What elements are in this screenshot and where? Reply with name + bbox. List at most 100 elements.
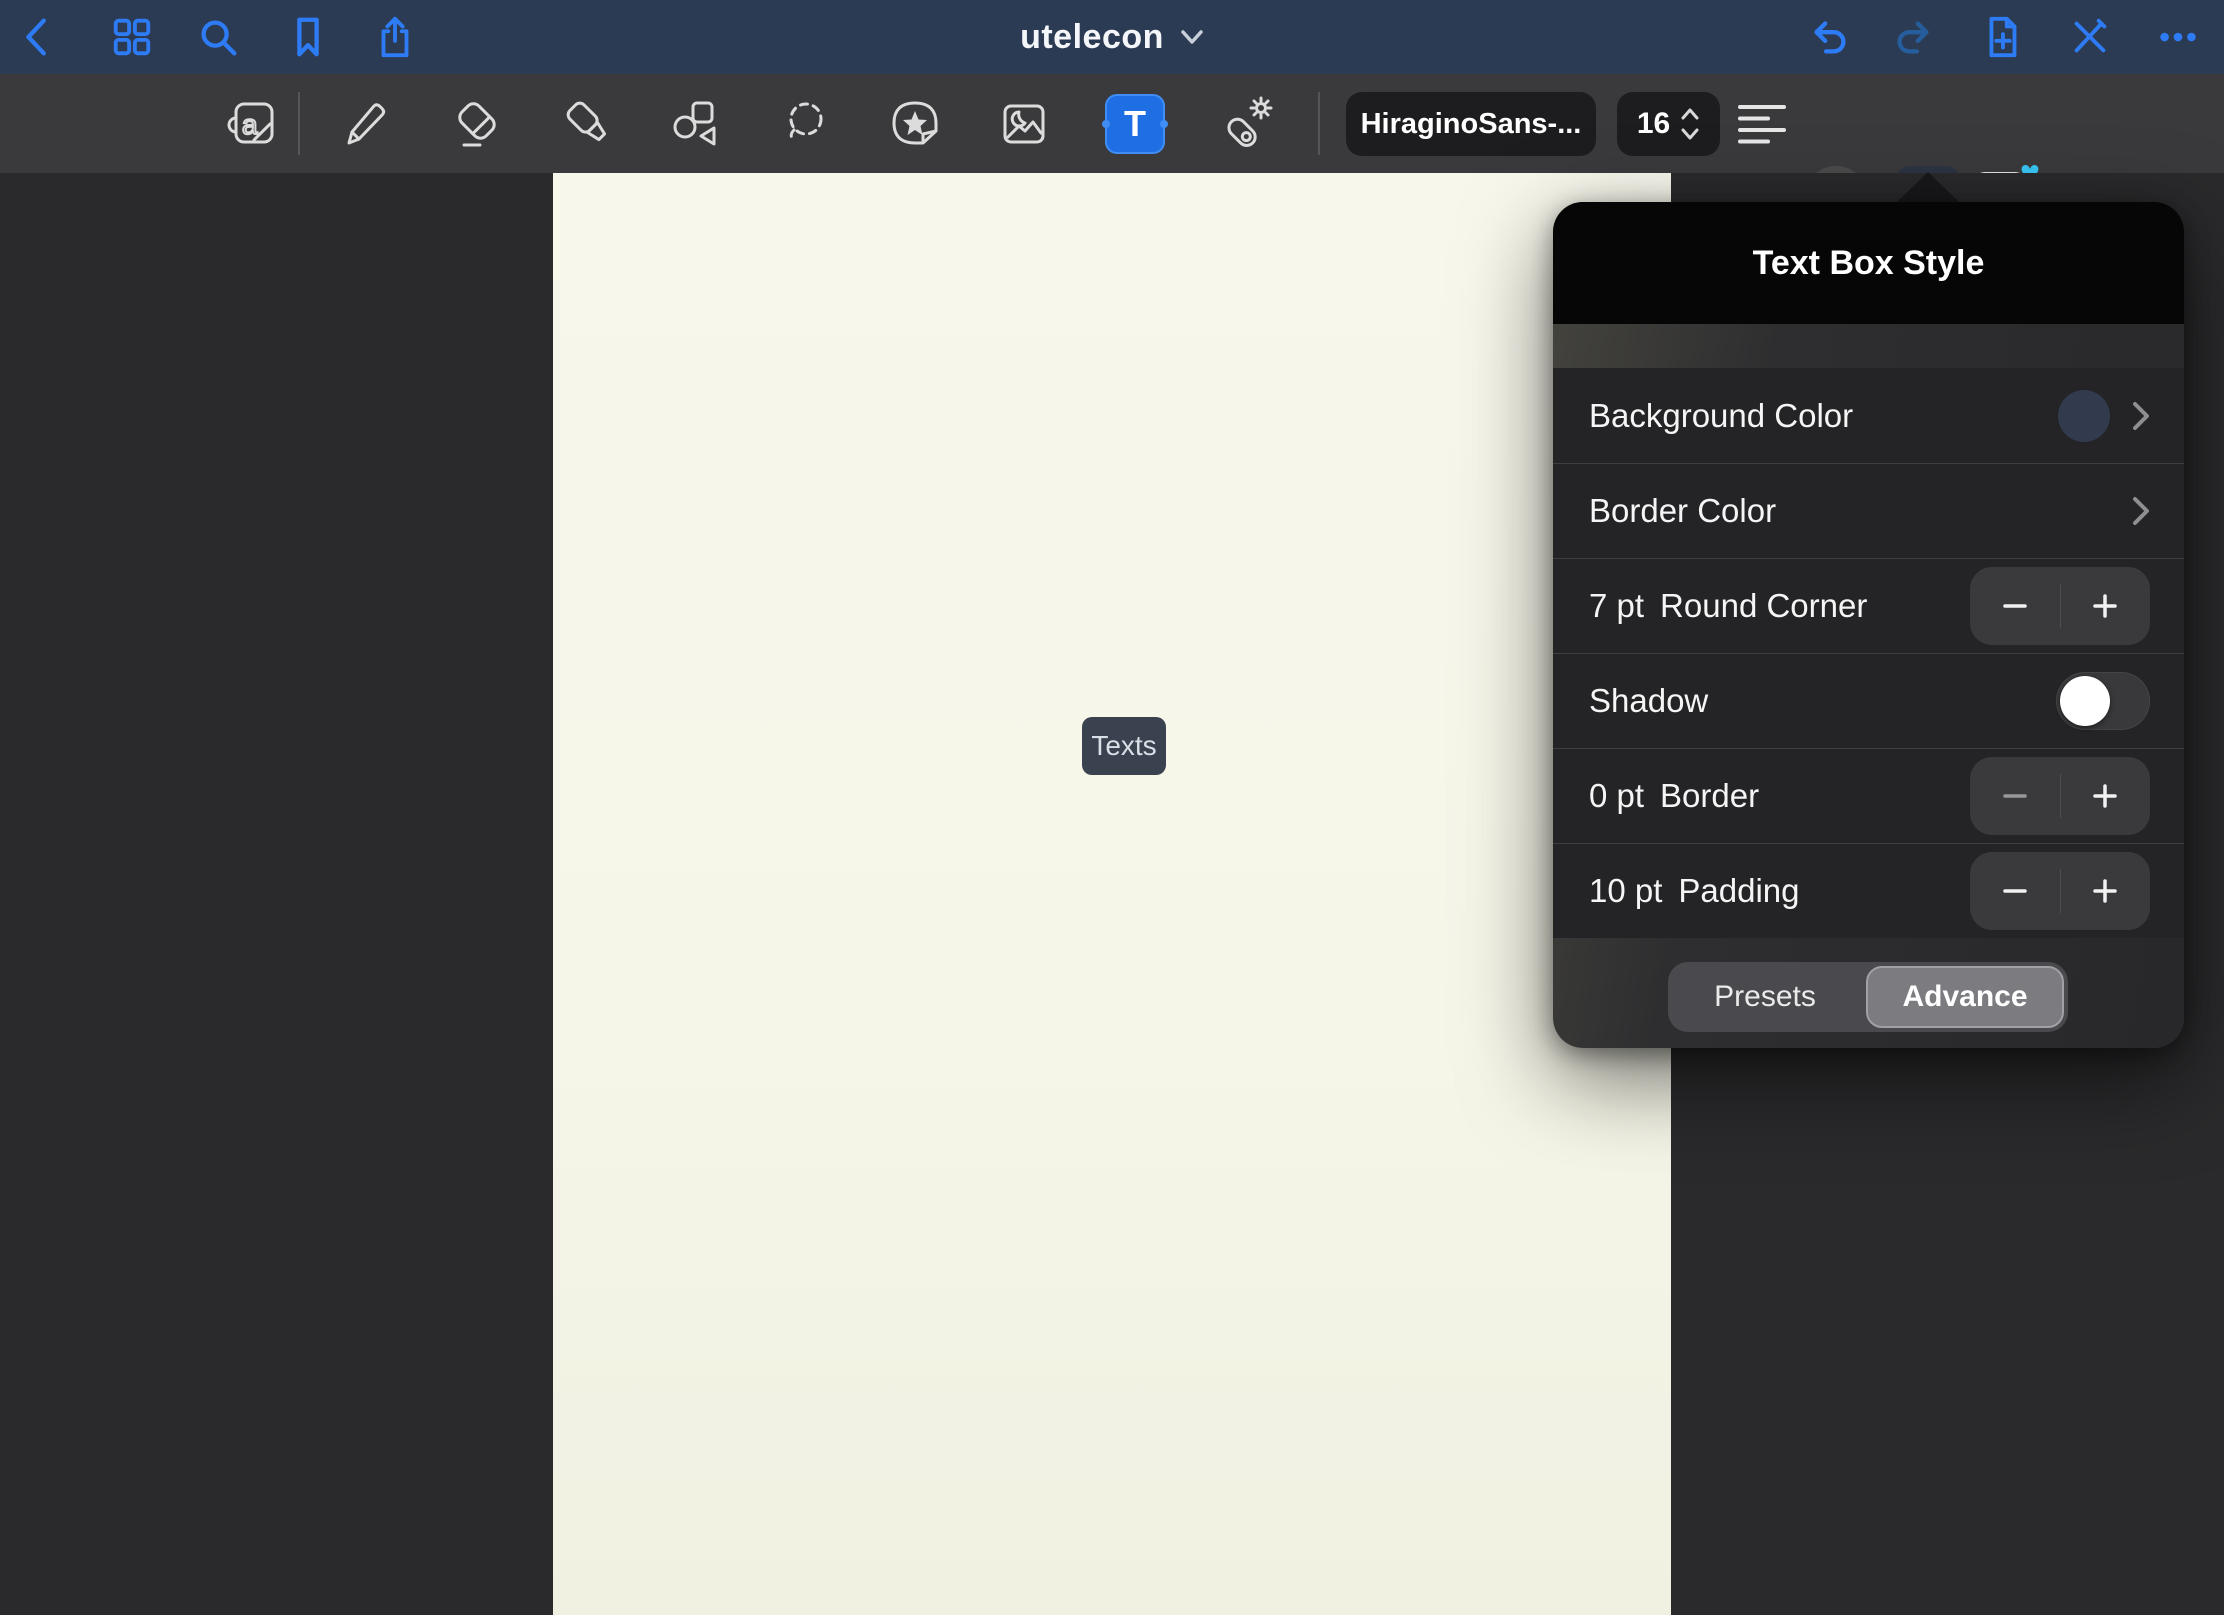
thumbnails-button[interactable] xyxy=(100,0,164,74)
border-width-value: 0 pt xyxy=(1589,777,1644,815)
more-button[interactable] xyxy=(2146,0,2210,74)
text-box-style-popover: Text Box Style Background Color Border C… xyxy=(1553,202,2184,1048)
bookmark-icon xyxy=(285,14,331,60)
app-root: { "nav": { "title": "utelecon", "left_ic… xyxy=(0,0,2224,1615)
row-shadow: Shadow xyxy=(1553,653,2184,748)
redo-icon xyxy=(1890,14,1938,60)
row-label: Round Corner xyxy=(1660,587,1867,625)
border-width-stepper xyxy=(1970,757,2150,835)
shapes-tool[interactable] xyxy=(659,74,731,173)
tools-toolbar: a xyxy=(0,74,2224,173)
pen-tool[interactable] xyxy=(330,74,402,173)
pen-disable-button[interactable] xyxy=(2058,0,2122,74)
border-width-decrement-button[interactable] xyxy=(1970,757,2060,835)
scribble-to-text-icon: a xyxy=(224,98,280,150)
row-label: Shadow xyxy=(1589,682,1708,720)
row-label: Border xyxy=(1660,777,1759,815)
toolbar-divider-right xyxy=(1318,92,1320,155)
search-icon xyxy=(195,14,241,60)
presets-segment[interactable]: Presets xyxy=(1668,962,1862,1032)
svg-text:a: a xyxy=(242,109,258,140)
more-icon xyxy=(2155,14,2201,60)
round-corner-stepper xyxy=(1970,567,2150,645)
back-button[interactable] xyxy=(6,0,70,74)
add-page-icon xyxy=(1979,13,2025,61)
mode-segmented-control: Presets Advance xyxy=(1668,962,2068,1032)
padding-stepper xyxy=(1970,852,2150,930)
canvas-text-box[interactable]: Texts xyxy=(1082,717,1166,775)
popover-rows: Background Color Border Color 7 pt Round… xyxy=(1553,368,2184,938)
undo-icon xyxy=(1805,14,1853,60)
undo-button[interactable] xyxy=(1797,0,1861,74)
share-icon xyxy=(372,14,418,60)
row-border-width: 0 pt Border xyxy=(1553,748,2184,843)
popover-arrow xyxy=(1896,172,1960,203)
plus-icon xyxy=(2092,783,2118,809)
page-title[interactable]: utelecon xyxy=(1020,18,1164,57)
title-chevron-down-icon xyxy=(1180,29,1204,45)
plus-icon xyxy=(2092,593,2118,619)
shapes-icon xyxy=(668,97,722,151)
minus-icon xyxy=(2002,593,2028,619)
round-corner-value: 7 pt xyxy=(1589,587,1644,625)
redo-button[interactable] xyxy=(1882,0,1946,74)
laser-pointer-tool[interactable] xyxy=(1209,74,1281,173)
row-label: Padding xyxy=(1678,872,1799,910)
eraser-tool[interactable] xyxy=(441,74,513,173)
lasso-icon xyxy=(779,97,833,151)
bookmark-button[interactable] xyxy=(276,0,340,74)
search-button[interactable] xyxy=(186,0,250,74)
border-width-increment-button[interactable] xyxy=(2061,757,2151,835)
scribble-to-text-tool[interactable]: a xyxy=(216,74,288,173)
row-background-color[interactable]: Background Color xyxy=(1553,368,2184,463)
share-button[interactable] xyxy=(363,0,427,74)
padding-value: 10 pt xyxy=(1589,872,1662,910)
image-tool[interactable] xyxy=(988,74,1060,173)
row-round-corner: 7 pt Round Corner xyxy=(1553,558,2184,653)
chevron-up-down-icon xyxy=(1680,106,1700,142)
popover-header: Text Box Style xyxy=(1553,202,2184,324)
text-align-button[interactable] xyxy=(1726,74,1798,173)
eraser-icon xyxy=(450,97,504,151)
pen-icon xyxy=(340,98,392,150)
popover-title: Text Box Style xyxy=(1753,244,1985,283)
advance-segment-selected[interactable]: Advance xyxy=(1866,966,2064,1028)
chevron-right-icon xyxy=(2132,496,2150,526)
shadow-toggle-off[interactable] xyxy=(2056,672,2150,730)
back-icon xyxy=(15,14,61,60)
selection-handle-left xyxy=(1102,120,1110,128)
thumbnails-grid-icon xyxy=(109,14,155,60)
round-corner-increment-button[interactable] xyxy=(2061,567,2151,645)
minus-icon xyxy=(2002,878,2028,904)
toolbar-divider xyxy=(298,92,300,155)
selection-handle-right xyxy=(1160,120,1168,128)
round-corner-decrement-button[interactable] xyxy=(1970,567,2060,645)
padding-decrement-button[interactable] xyxy=(1970,852,2060,930)
row-label: Border Color xyxy=(1589,492,1776,530)
background-color-swatch xyxy=(2058,390,2110,442)
add-page-button[interactable] xyxy=(1970,0,2034,74)
text-tool-active[interactable]: T xyxy=(1105,94,1165,154)
minus-icon xyxy=(2002,783,2028,809)
align-left-icon xyxy=(1738,104,1786,144)
text-tool-glyph: T xyxy=(1124,103,1146,145)
font-size-stepper[interactable]: 16 xyxy=(1617,92,1720,156)
chevron-right-icon xyxy=(2132,401,2150,431)
font-family-button[interactable]: HiraginoSans-... xyxy=(1346,92,1596,156)
highlighter-tool[interactable] xyxy=(553,74,625,173)
document-page[interactable]: Texts xyxy=(553,173,1671,1615)
row-label: Background Color xyxy=(1589,397,1853,435)
highlighter-icon xyxy=(562,97,616,151)
laser-pointer-icon xyxy=(1217,96,1273,152)
image-icon xyxy=(997,97,1051,151)
sticker-icon xyxy=(887,98,943,150)
plus-icon xyxy=(2092,878,2118,904)
font-size-value: 16 xyxy=(1637,107,1670,141)
row-padding: 10 pt Padding xyxy=(1553,843,2184,938)
padding-increment-button[interactable] xyxy=(2061,852,2151,930)
sticker-tool[interactable] xyxy=(879,74,951,173)
toggle-knob xyxy=(2060,676,2110,726)
row-border-color[interactable]: Border Color xyxy=(1553,463,2184,558)
pen-disable-icon xyxy=(2067,14,2113,60)
lasso-tool[interactable] xyxy=(770,74,842,173)
